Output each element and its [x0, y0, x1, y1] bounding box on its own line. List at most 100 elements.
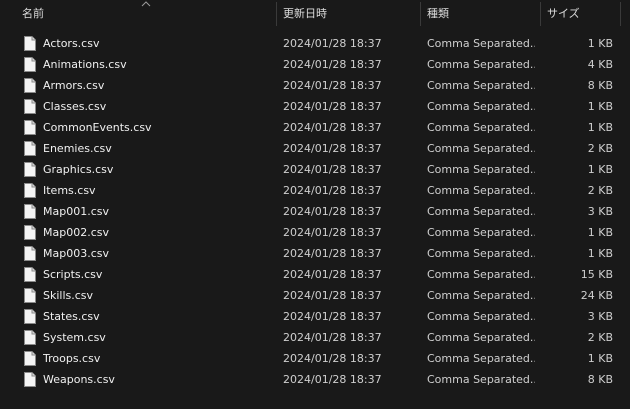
document-icon [24, 204, 36, 219]
file-row[interactable]: States.csv 2024/01/28 18:37 Comma Separate… [0, 306, 630, 327]
document-icon [24, 141, 36, 156]
file-type: Comma Separated... [427, 310, 535, 323]
document-icon [24, 225, 36, 240]
file-name: States.csv [43, 310, 100, 323]
file-type: Comma Separated... [427, 121, 535, 134]
column-header-date-modified[interactable]: 更新日時 [276, 0, 420, 28]
file-name: Animations.csv [43, 58, 127, 71]
column-header-size[interactable]: サイズ [540, 0, 620, 28]
file-name: Troops.csv [43, 352, 101, 365]
file-type: Comma Separated... [427, 226, 535, 239]
file-size: 4 KB [587, 58, 613, 71]
file-row[interactable]: CommonEvents.csv 2024/01/28 18:37 Comma Se… [0, 117, 630, 138]
file-date-modified: 2024/01/28 18:37 [283, 289, 382, 302]
document-icon [24, 120, 36, 135]
column-header-type[interactable]: 種類 [420, 0, 540, 28]
file-name: Map001.csv [43, 205, 109, 218]
file-date-modified: 2024/01/28 18:37 [283, 121, 382, 134]
file-type: Comma Separated... [427, 58, 535, 71]
column-header-bar: 名前 更新日時 種類 サイズ [0, 0, 630, 28]
file-size: 1 KB [587, 100, 613, 113]
file-size: 8 KB [587, 373, 613, 386]
document-icon [24, 372, 36, 387]
file-type: Comma Separated... [427, 247, 535, 260]
file-name: Map003.csv [43, 247, 109, 260]
file-row[interactable]: Armors.csv 2024/01/28 18:37 Comma Separate… [0, 75, 630, 96]
file-size: 24 KB [580, 289, 613, 302]
file-date-modified: 2024/01/28 18:37 [283, 373, 382, 386]
file-date-modified: 2024/01/28 18:37 [283, 226, 382, 239]
file-type: Comma Separated... [427, 268, 535, 281]
file-date-modified: 2024/01/28 18:37 [283, 331, 382, 344]
file-size: 3 KB [587, 310, 613, 323]
column-header-name[interactable]: 名前 [15, 0, 276, 28]
file-type: Comma Separated... [427, 373, 535, 386]
file-date-modified: 2024/01/28 18:37 [283, 268, 382, 281]
file-size: 1 KB [587, 247, 613, 260]
file-name: Armors.csv [43, 79, 105, 92]
document-icon [24, 330, 36, 345]
file-row[interactable]: Items.csv 2024/01/28 18:37 Comma Separated… [0, 180, 630, 201]
file-type: Comma Separated... [427, 184, 535, 197]
file-size: 15 KB [580, 268, 613, 281]
file-size: 8 KB [587, 79, 613, 92]
file-row[interactable]: System.csv 2024/01/28 18:37 Comma Separate… [0, 327, 630, 348]
file-name: Skills.csv [43, 289, 94, 302]
file-name: Actors.csv [43, 37, 100, 50]
document-icon [24, 36, 36, 51]
document-icon [24, 162, 36, 177]
file-type: Comma Separated... [427, 163, 535, 176]
file-name: System.csv [43, 331, 106, 344]
file-row[interactable]: Scripts.csv 2024/01/28 18:37 Comma Separat… [0, 264, 630, 285]
file-list-view: 名前 更新日時 種類 サイズ Actors.csv 2024/01/28 18:3… [0, 0, 630, 409]
file-type: Comma Separated... [427, 100, 535, 113]
file-date-modified: 2024/01/28 18:37 [283, 247, 382, 260]
file-row[interactable]: Weapons.csv 2024/01/28 18:37 Comma Separat… [0, 369, 630, 390]
file-name: Map002.csv [43, 226, 109, 239]
file-row[interactable]: Map001.csv 2024/01/28 18:37 Comma Separate… [0, 201, 630, 222]
file-type: Comma Separated... [427, 205, 535, 218]
file-size: 1 KB [587, 163, 613, 176]
file-size: 1 KB [587, 121, 613, 134]
file-row[interactable]: Enemies.csv 2024/01/28 18:37 Comma Separat… [0, 138, 630, 159]
document-icon [24, 183, 36, 198]
column-divider[interactable] [620, 2, 621, 26]
file-type: Comma Separated... [427, 142, 535, 155]
file-row[interactable]: Skills.csv 2024/01/28 18:37 Comma Separate… [0, 285, 630, 306]
document-icon [24, 351, 36, 366]
file-type: Comma Separated... [427, 289, 535, 302]
file-type: Comma Separated... [427, 37, 535, 50]
file-name: Items.csv [43, 184, 96, 197]
file-date-modified: 2024/01/28 18:37 [283, 79, 382, 92]
file-date-modified: 2024/01/28 18:37 [283, 100, 382, 113]
document-icon [24, 246, 36, 261]
document-icon [24, 99, 36, 114]
file-row[interactable]: Map002.csv 2024/01/28 18:37 Comma Separate… [0, 222, 630, 243]
file-date-modified: 2024/01/28 18:37 [283, 310, 382, 323]
file-row[interactable]: Troops.csv 2024/01/28 18:37 Comma Separate… [0, 348, 630, 369]
file-row[interactable]: Classes.csv 2024/01/28 18:37 Comma Separat… [0, 96, 630, 117]
file-type: Comma Separated... [427, 331, 535, 344]
document-icon [24, 267, 36, 282]
file-name: Enemies.csv [43, 142, 112, 155]
document-icon [24, 57, 36, 72]
file-row[interactable]: Actors.csv 2024/01/28 18:37 Comma Separate… [0, 33, 630, 54]
file-date-modified: 2024/01/28 18:37 [283, 142, 382, 155]
file-type: Comma Separated... [427, 79, 535, 92]
file-size: 1 KB [587, 37, 613, 50]
file-name: Scripts.csv [43, 268, 103, 281]
file-name: Weapons.csv [43, 373, 115, 386]
file-row[interactable]: Graphics.csv 2024/01/28 18:37 Comma Separa… [0, 159, 630, 180]
file-date-modified: 2024/01/28 18:37 [283, 58, 382, 71]
file-size: 2 KB [587, 184, 613, 197]
file-size: 3 KB [587, 205, 613, 218]
file-size: 1 KB [587, 226, 613, 239]
file-name: Classes.csv [43, 100, 107, 113]
document-icon [24, 78, 36, 93]
file-row[interactable]: Animations.csv 2024/01/28 18:37 Comma Sepa… [0, 54, 630, 75]
file-row[interactable]: Map003.csv 2024/01/28 18:37 Comma Separate… [0, 243, 630, 264]
file-date-modified: 2024/01/28 18:37 [283, 352, 382, 365]
file-name: Graphics.csv [43, 163, 114, 176]
file-size: 2 KB [587, 142, 613, 155]
file-date-modified: 2024/01/28 18:37 [283, 163, 382, 176]
